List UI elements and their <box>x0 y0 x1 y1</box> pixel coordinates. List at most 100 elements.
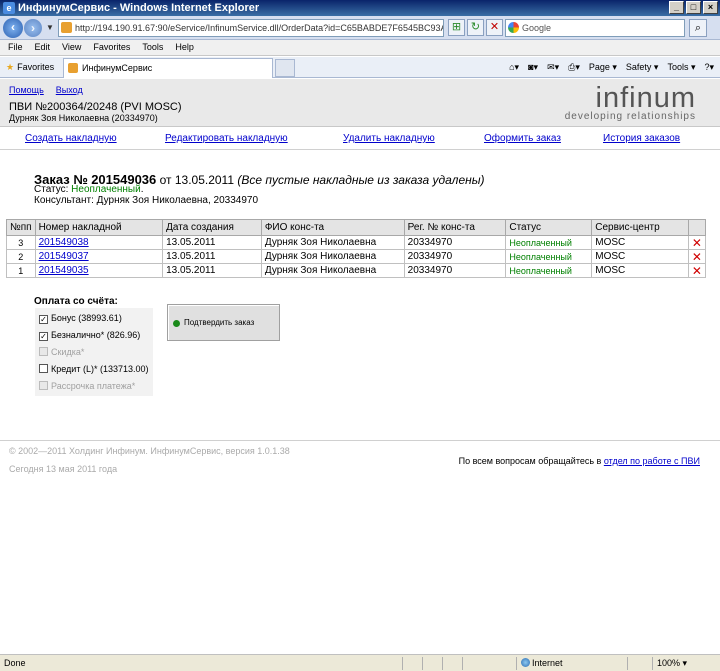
search-icon[interactable]: ⌕ <box>689 19 707 37</box>
delete-icon[interactable]: ✕ <box>687 263 707 278</box>
compatibility-icon[interactable]: ⊞ <box>448 19 465 36</box>
create-invoice-link[interactable]: Создать накладную <box>25 133 117 144</box>
edit-invoice-link[interactable]: Редактировать накладную <box>165 133 288 144</box>
print-icon[interactable]: ⎙▾ <box>568 61 580 74</box>
nav-divider <box>0 149 720 150</box>
confirm-order-button[interactable]: Подтвердить заказ <box>167 304 280 341</box>
row-date: 13.05.2011 <box>162 235 262 250</box>
search-input[interactable]: Google <box>505 19 685 37</box>
payment-option-label: Бонус (38993.61) <box>51 313 122 323</box>
page-menu[interactable]: Page ▾ <box>589 61 617 74</box>
invoice-link[interactable]: 201549035 <box>39 265 89 276</box>
logout-link[interactable]: Выход <box>56 85 83 95</box>
order-note: (Все пустые накладные из заказа удалены) <box>237 173 485 187</box>
order-consultant: Консультант: Дурняк Зоя Николаевна, 2033… <box>34 195 259 206</box>
row-service-center: MOSC <box>591 263 689 278</box>
row-consultant-name: Дурняк Зоя Николаевна <box>260 263 405 278</box>
table-row: 2 201549037 13.05.2011 Дурняк Зоя Никола… <box>6 249 707 264</box>
status-separator <box>627 657 628 670</box>
today-date: Сегодня 13 мая 2011 года <box>9 464 118 474</box>
tab-title: ИнфинумСервис <box>82 63 153 73</box>
row-status: Неоплаченный <box>505 249 593 264</box>
col-header-date: Дата создания <box>162 219 262 236</box>
payment-option-cashless[interactable]: ✓ Безналично* (826.96) <box>39 327 140 343</box>
checkout-order-link[interactable]: Оформить заказ <box>484 133 561 144</box>
close-window-button[interactable]: × <box>703 1 718 14</box>
payment-option-label: Рассрочка платежа* <box>51 381 136 391</box>
favorites-star-icon: ★ <box>6 62 15 72</box>
order-status-value: Неоплаченный <box>71 184 141 195</box>
footer-contact: По всем вопросам обращайтесь в отдел по … <box>459 456 700 466</box>
zoom-level[interactable]: 100% ▾ <box>657 655 687 671</box>
table-row: 1 201549035 13.05.2011 Дурняк Зоя Никола… <box>6 263 707 278</box>
payment-title: Оплата со счёта: <box>34 296 118 307</box>
status-separator <box>422 657 423 670</box>
bonus-checkbox[interactable]: ✓ <box>39 315 48 324</box>
delete-icon[interactable]: ✕ <box>687 235 707 250</box>
credit-checkbox[interactable] <box>39 364 48 373</box>
row-status: Неоплаченный <box>505 263 593 278</box>
history-dropdown-icon[interactable]: ▼ <box>46 23 54 32</box>
payment-option-bonus[interactable]: ✓ Бонус (38993.61) <box>39 310 122 326</box>
page-icon <box>61 22 72 33</box>
contact-prefix: По всем вопросам обращайтесь в <box>458 456 602 466</box>
help-icon[interactable]: ?▾ <box>704 61 714 74</box>
menu-tools[interactable]: Tools <box>142 40 163 55</box>
order-history-link[interactable]: История заказов <box>603 133 680 144</box>
pvi-department-link[interactable]: отдел по работе с ПВИ <box>604 456 700 466</box>
maximize-button[interactable]: □ <box>686 1 701 14</box>
col-header-num: №пп <box>6 219 36 236</box>
stop-icon[interactable]: ✕ <box>486 19 503 36</box>
row-reg-number: 20334970 <box>403 249 507 264</box>
favorites-button[interactable]: ★ Favorites <box>6 61 54 74</box>
col-header-invoice: Номер накладной <box>34 219 164 236</box>
help-link[interactable]: Помощь <box>9 85 44 95</box>
mail-icon[interactable]: ✉▾ <box>547 61 559 74</box>
payment-option-credit[interactable]: Кредит (L)* (133713.00) <box>39 361 149 377</box>
back-arrow-icon[interactable]: ‹ <box>3 18 23 38</box>
browser-tab[interactable]: ИнфинумСервис <box>63 58 273 78</box>
delete-invoice-link[interactable]: Удалить накладную <box>343 133 435 144</box>
minimize-button[interactable]: _ <box>669 1 684 14</box>
order-status: Статус: Неоплаченный. <box>34 184 143 195</box>
pvi-user: Дурняк Зоя Николаевна (20334970) <box>9 113 158 123</box>
header-links: Помощь Выход <box>9 85 83 95</box>
status-text: Done <box>4 658 26 668</box>
new-tab-button[interactable] <box>275 59 295 77</box>
infinum-logo: infinum developing relationships <box>565 83 696 122</box>
menu-help[interactable]: Help <box>175 40 194 55</box>
tools-menu[interactable]: Tools ▾ <box>667 61 695 74</box>
refresh-icon[interactable]: ↻ <box>467 19 484 36</box>
menu-favorites[interactable]: Favorites <box>93 40 130 55</box>
status-dot-icon <box>173 320 180 327</box>
row-date: 13.05.2011 <box>162 263 262 278</box>
copyright: © 2002—2011 Холдинг Инфинум. ИнфинумСерв… <box>9 446 290 456</box>
row-service-center: MOSC <box>591 235 689 250</box>
menu-edit[interactable]: Edit <box>35 40 51 55</box>
favorites-bar: ★ Favorites ИнфинумСервис ⌂▾ ◙▾ ✉▾ ⎙▾ Pag… <box>0 57 720 78</box>
delete-icon[interactable]: ✕ <box>687 249 707 264</box>
menu-view[interactable]: View <box>62 40 81 55</box>
feeds-icon[interactable]: ◙▾ <box>528 61 538 74</box>
row-consultant-name: Дурняк Зоя Николаевна <box>260 235 405 250</box>
tab-page-icon <box>68 63 78 73</box>
table-header-row: №пп Номер накладной Дата создания ФИО ко… <box>6 219 707 236</box>
address-input[interactable]: http://194.190.91.67:90/eService/Infinum… <box>58 19 444 37</box>
invoice-link[interactable]: 201549038 <box>39 237 89 248</box>
search-placeholder: Google <box>522 23 552 33</box>
window-titlebar: e ИнфинумСервис - Windows Internet Explo… <box>0 0 720 16</box>
page-content: Помощь Выход ПВИ №200364/20248 (PVI MOSC… <box>0 79 720 654</box>
cashless-checkbox[interactable]: ✓ <box>39 332 48 341</box>
payment-option-label: Безналично* (826.96) <box>51 330 141 340</box>
safety-menu[interactable]: Safety ▾ <box>626 61 659 74</box>
row-reg-number: 20334970 <box>403 263 507 278</box>
menu-bar: File Edit View Favorites Tools Help <box>0 40 720 56</box>
forward-arrow-icon[interactable]: › <box>24 19 42 37</box>
security-zone[interactable]: Internet <box>521 655 563 671</box>
status-separator <box>402 657 403 670</box>
home-icon[interactable]: ⌂▾ <box>509 61 519 74</box>
col-header-center: Сервис-центр <box>591 219 689 236</box>
menu-file[interactable]: File <box>8 40 23 55</box>
invoices-table: №пп Номер накладной Дата создания ФИО ко… <box>6 219 707 278</box>
invoice-link[interactable]: 201549037 <box>39 251 89 262</box>
